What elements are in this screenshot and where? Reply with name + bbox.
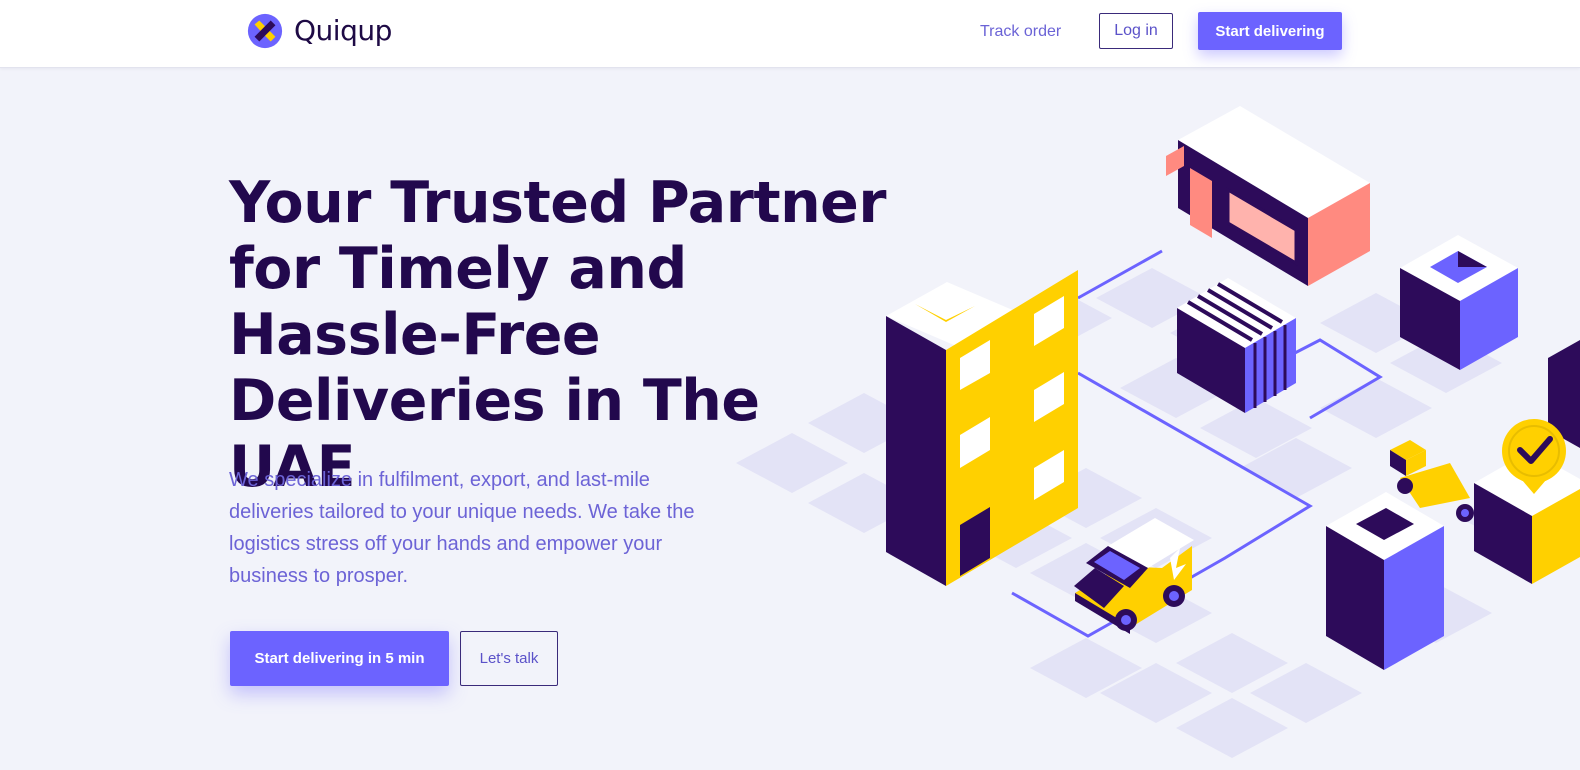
quiqup-logo-icon xyxy=(247,13,283,49)
brand-name: Quiqup xyxy=(294,14,392,47)
log-in-button[interactable]: Log in xyxy=(1099,13,1173,49)
isometric-city-delivery-illustration xyxy=(736,106,1580,758)
start-delivering-button[interactable]: Start delivering xyxy=(1198,12,1342,50)
start-delivering-cta-button[interactable]: Start delivering in 5 min xyxy=(230,631,449,686)
track-order-link[interactable]: Track order xyxy=(980,20,1061,44)
hero-subtitle: We specialize in fulfilment, export, and… xyxy=(229,469,695,587)
brand-logo[interactable]: Quiqup xyxy=(246,12,392,50)
top-navigation-bar: Quiqup Track order Log in Start deliveri… xyxy=(0,0,1580,68)
purple-tower xyxy=(1326,492,1444,670)
shop-building xyxy=(1166,106,1370,286)
lets-talk-button[interactable]: Let's talk xyxy=(460,631,558,686)
